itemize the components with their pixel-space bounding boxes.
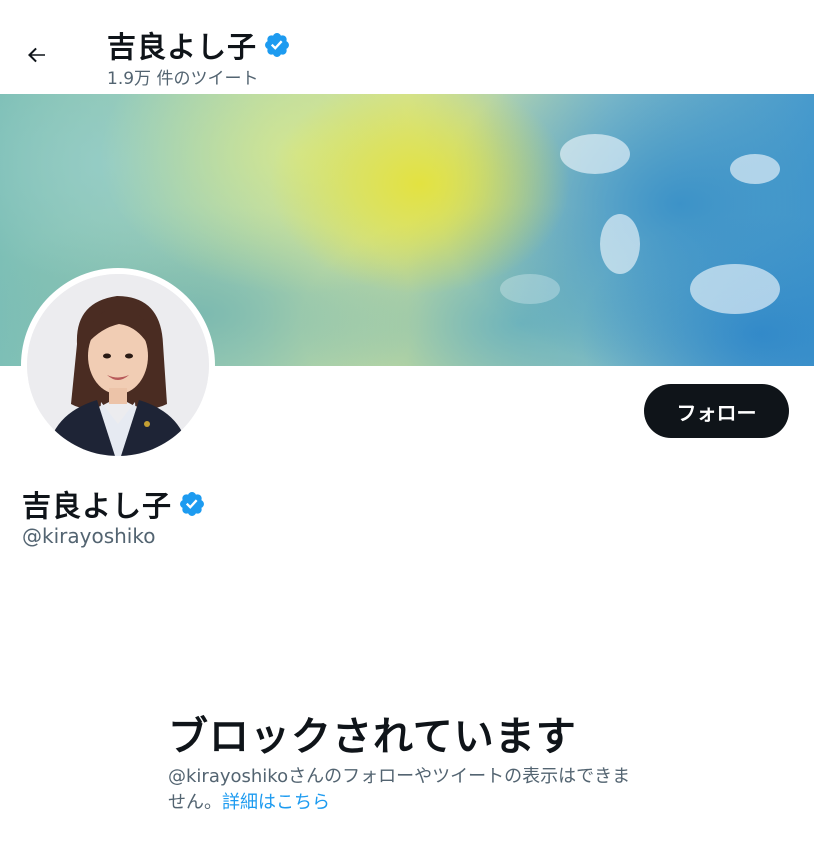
verified-badge-icon <box>263 31 291 59</box>
banner-texture <box>690 264 780 314</box>
verified-badge-icon <box>178 490 206 518</box>
learn-more-link[interactable]: 詳細はこちら <box>222 792 330 813</box>
profile-name-row: 吉良よし子 <box>22 483 206 525</box>
profile-display-name: 吉良よし子 <box>22 489 173 523</box>
banner-texture <box>600 214 640 274</box>
arrow-left-icon <box>28 47 45 63</box>
follow-button[interactable]: フォロー <box>644 384 789 438</box>
header-title: 吉良よし子 <box>107 24 291 66</box>
back-button[interactable] <box>20 38 54 72</box>
banner-texture <box>500 274 560 304</box>
banner-texture <box>730 154 780 184</box>
tweet-count: 1.9万 件のツイート <box>107 69 259 89</box>
profile-handle: @kirayoshiko <box>22 524 156 548</box>
blocked-title: ブロックされています <box>168 714 577 760</box>
profile-avatar[interactable] <box>21 268 215 462</box>
top-header: 吉良よし子 1.9万 件のツイート <box>0 0 814 94</box>
avatar-photo <box>27 274 209 456</box>
blocked-description: @kirayoshikoさんのフォローやツイートの表示はできません。詳細はこちら <box>168 764 638 816</box>
header-display-name: 吉良よし子 <box>107 30 258 64</box>
profile-page: 吉良よし子 1.9万 件のツイート フォロー 吉良よし子 @kirayoshik… <box>0 0 814 841</box>
banner-texture <box>560 134 630 174</box>
